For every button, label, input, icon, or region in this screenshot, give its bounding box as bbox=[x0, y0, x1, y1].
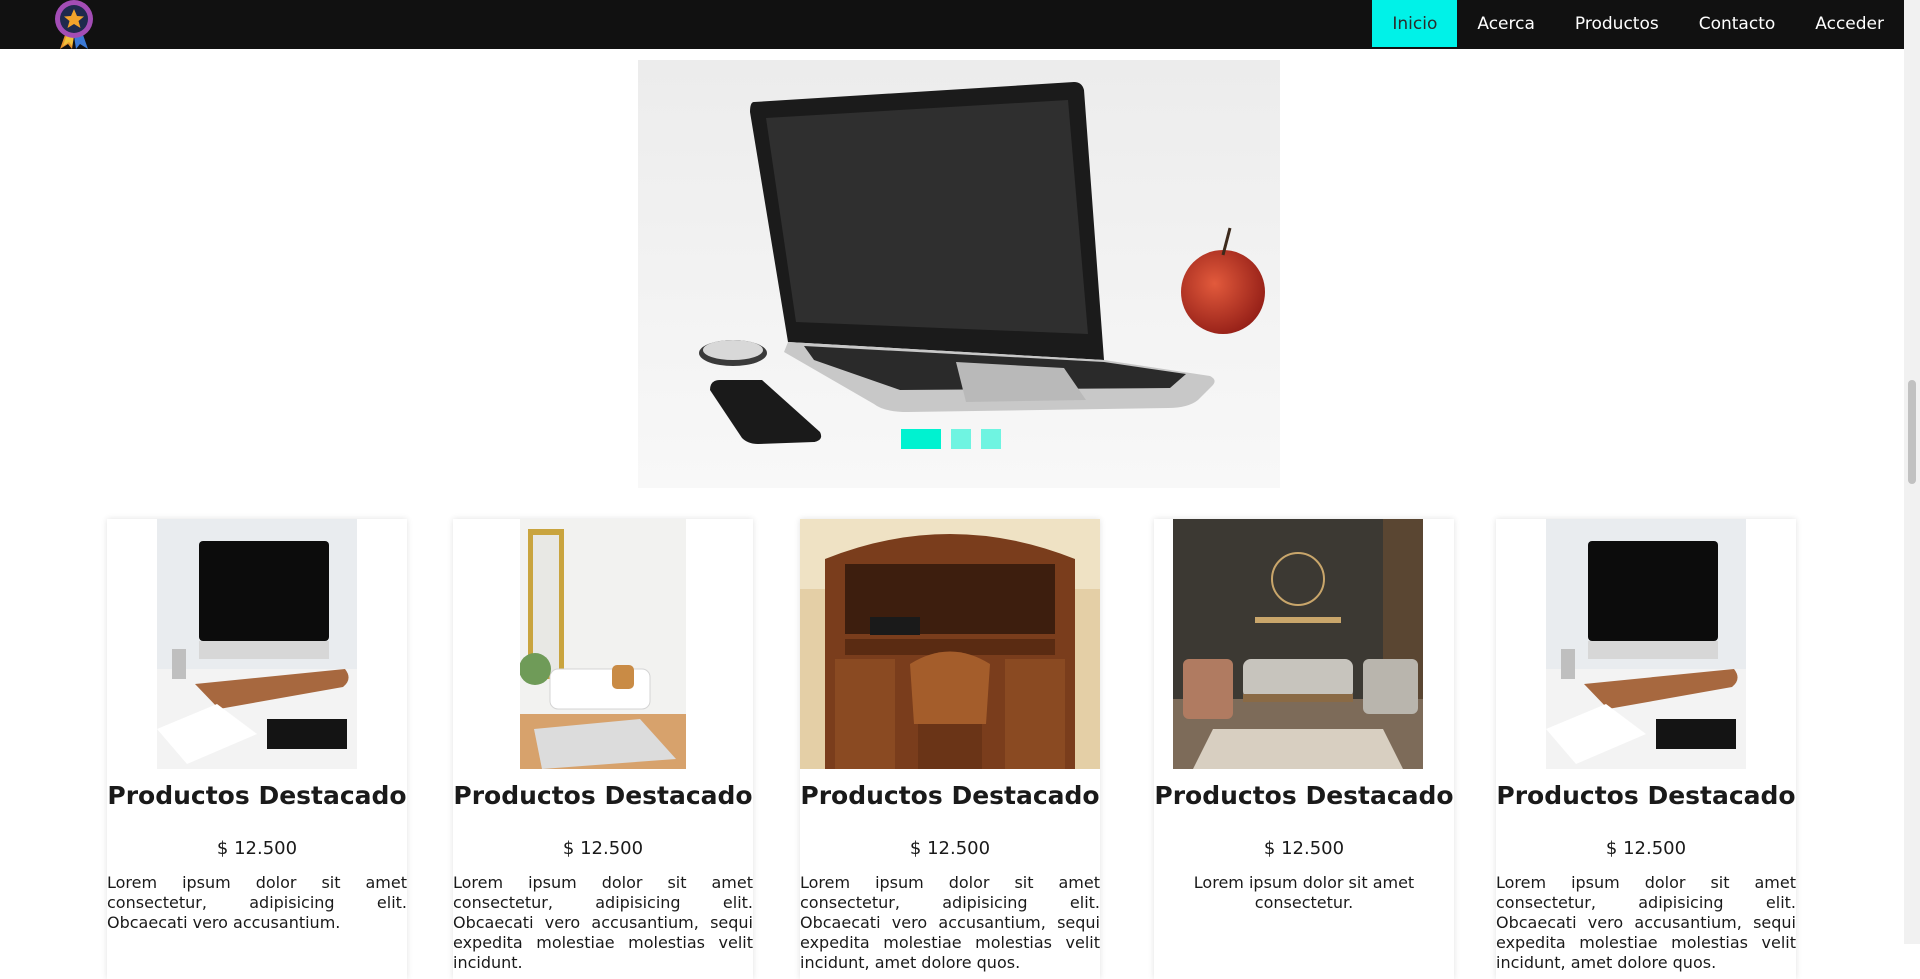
nav-item-acerca[interactable]: Acerca bbox=[1457, 0, 1555, 47]
scrollbar-thumb[interactable] bbox=[1908, 380, 1916, 484]
product-title: Productos Destacado bbox=[1496, 781, 1796, 810]
slider-dots bbox=[901, 429, 1001, 449]
nav-item-inicio[interactable]: Inicio bbox=[1372, 0, 1458, 47]
product-price: $ 12.500 bbox=[562, 838, 644, 859]
navbar: Inicio Acerca Productos Contacto Acceder bbox=[0, 0, 1904, 49]
product-image[interactable] bbox=[520, 519, 686, 769]
product-description: Lorem ipsum dolor sit amet consectetur, … bbox=[453, 873, 753, 972]
product-card[interactable]: Productos Destacado $ 12.500 Lorem ipsum… bbox=[800, 519, 1100, 979]
star-medal-icon[interactable] bbox=[52, 0, 96, 49]
hero-slider bbox=[638, 60, 1280, 488]
product-title: Productos Destacado bbox=[1154, 781, 1454, 810]
product-price: $ 12.500 bbox=[909, 838, 991, 859]
slider-dot-1[interactable] bbox=[901, 429, 941, 449]
product-card[interactable]: Productos Destacado $ 12.500 Lorem ipsum… bbox=[1154, 519, 1454, 979]
slider-dot-3[interactable] bbox=[981, 429, 1001, 449]
product-description: Lorem ipsum dolor sit amet consectetur, … bbox=[1496, 873, 1796, 972]
product-description: Lorem ipsum dolor sit amet consectetur, … bbox=[107, 873, 407, 932]
product-price: $ 12.500 bbox=[1263, 838, 1345, 859]
nav-item-contacto[interactable]: Contacto bbox=[1679, 0, 1796, 47]
slider-dot-2[interactable] bbox=[951, 429, 971, 449]
page-scrollbar[interactable] bbox=[1904, 0, 1920, 944]
product-image[interactable] bbox=[1546, 519, 1746, 769]
nav-menu: Inicio Acerca Productos Contacto Acceder bbox=[1372, 0, 1904, 47]
nav-item-productos[interactable]: Productos bbox=[1555, 0, 1679, 47]
product-title: Productos Destacado bbox=[800, 781, 1100, 810]
product-price: $ 12.500 bbox=[1605, 838, 1687, 859]
product-title: Productos Destacado bbox=[453, 781, 753, 810]
product-description: Lorem ipsum dolor sit amet consectetur. bbox=[1193, 873, 1415, 912]
product-card[interactable]: Productos Destacado $ 12.500 Lorem ipsum… bbox=[1496, 519, 1796, 979]
hero-laptop-image bbox=[638, 60, 1280, 488]
product-card[interactable]: Productos Destacado $ 12.500 Lorem ipsum… bbox=[453, 519, 753, 979]
product-image[interactable] bbox=[800, 519, 1100, 769]
nav-item-acceder[interactable]: Acceder bbox=[1795, 0, 1904, 47]
product-image[interactable] bbox=[1173, 519, 1423, 769]
product-card[interactable]: Productos Destacado $ 12.500 Lorem ipsum… bbox=[107, 519, 407, 979]
product-title: Productos Destacado bbox=[107, 781, 407, 810]
product-description: Lorem ipsum dolor sit amet consectetur, … bbox=[800, 873, 1100, 972]
product-price: $ 12.500 bbox=[216, 838, 298, 859]
product-image[interactable] bbox=[157, 519, 357, 769]
